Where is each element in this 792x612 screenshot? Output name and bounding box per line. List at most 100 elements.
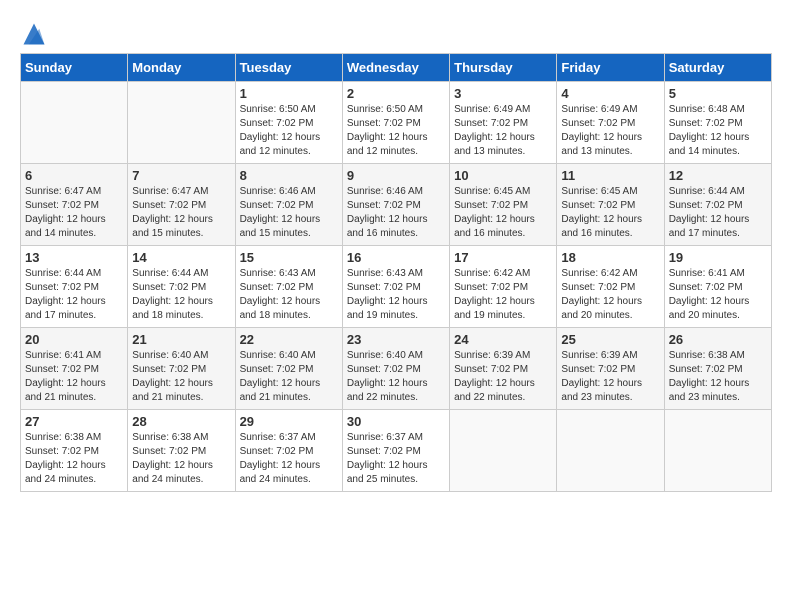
calendar-table: SundayMondayTuesdayWednesdayThursdayFrid… [20, 53, 772, 492]
calendar-cell: 5 Sunrise: 6:48 AMSunset: 7:02 PMDaylight… [664, 82, 771, 164]
calendar-cell: 4 Sunrise: 6:49 AMSunset: 7:02 PMDaylight… [557, 82, 664, 164]
day-info: Sunrise: 6:40 AMSunset: 7:02 PMDaylight:… [132, 349, 230, 405]
day-of-week-header: Wednesday [342, 54, 449, 82]
day-number: 28 [132, 414, 230, 429]
calendar-cell: 6Sunrise: 6:47 AMSunset: 7:02 PMDaylight… [21, 164, 128, 246]
calendar-body: 1 Sunrise: 6:50 AMSunset: 7:02 PMDaylight… [21, 82, 772, 492]
calendar-cell: 10 Sunrise: 6:45 AMSunset: 7:02 PMDayligh… [450, 164, 557, 246]
day-info: Sunrise: 6:37 AMSunset: 7:02 PMDaylight:… [240, 431, 338, 487]
day-number: 27 [25, 414, 123, 429]
day-info: Sunrise: 6:46 AMSunset: 7:02 PMDaylight:… [240, 185, 338, 241]
calendar-cell: 20 Sunrise: 6:41 AMSunset: 7:02 PMDayligh… [21, 328, 128, 410]
calendar-cell [128, 82, 235, 164]
calendar-cell [450, 410, 557, 492]
calendar-cell: 22 Sunrise: 6:40 AMSunset: 7:02 PMDayligh… [235, 328, 342, 410]
day-number: 6 [25, 168, 123, 183]
day-number: 1 [240, 86, 338, 101]
day-number: 30 [347, 414, 445, 429]
day-number: 3 [454, 86, 552, 101]
day-info: Sunrise: 6:46 AMSunset: 7:02 PMDaylight:… [347, 185, 445, 241]
day-info: Sunrise: 6:41 AMSunset: 7:02 PMDaylight:… [669, 267, 767, 323]
day-info: Sunrise: 6:45 AMSunset: 7:02 PMDaylight:… [561, 185, 659, 241]
calendar-cell: 2 Sunrise: 6:50 AMSunset: 7:02 PMDaylight… [342, 82, 449, 164]
calendar-week-row: 27 Sunrise: 6:38 AMSunset: 7:02 PMDayligh… [21, 410, 772, 492]
calendar-cell: 18Sunrise: 6:42 AMSunset: 7:02 PMDayligh… [557, 246, 664, 328]
calendar-week-row: 6 Sunrise: 6:47 AMSunset: 7:02 PMDaylight… [21, 164, 772, 246]
day-number: 8 [240, 168, 338, 183]
logo [20, 20, 52, 48]
page-header [10, 10, 782, 53]
day-info: Sunrise: 6:38 AMSunset: 7:02 PMDaylight:… [132, 431, 230, 487]
calendar-cell: 17 Sunrise: 6:42 AMSunset: 7:02 PMDayligh… [450, 246, 557, 328]
calendar-cell: 13 Sunrise: 6:44 AMSunset: 7:02 PMDayligh… [21, 246, 128, 328]
day-number: 25 [561, 332, 659, 347]
day-info: Sunrise: 6:44 AMSunset: 7:02 PMDaylight:… [669, 185, 767, 241]
day-info: Sunrise: 6:49 AMSunset: 7:02 PMDaylight:… [561, 103, 659, 159]
day-info: Sunrise: 6:38 AMSunset: 7:02 PMDaylight:… [25, 431, 123, 487]
calendar-header-row: SundayMondayTuesdayWednesdayThursdayFrid… [21, 54, 772, 82]
day-number: 11 [561, 168, 659, 183]
day-number: 24 [454, 332, 552, 347]
day-number: 13 [25, 250, 123, 265]
calendar-week-row: 20 Sunrise: 6:41 AMSunset: 7:02 PMDayligh… [21, 328, 772, 410]
day-number: 16 [347, 250, 445, 265]
calendar-cell: 11 Sunrise: 6:45 AMSunset: 7:02 PMDayligh… [557, 164, 664, 246]
day-info: Sunrise: 6:44 AMSunset: 7:02 PMDaylight:… [25, 267, 123, 323]
day-number: 19 [669, 250, 767, 265]
day-info: Sunrise: 6:40 AMSunset: 7:02 PMDaylight:… [347, 349, 445, 405]
day-number: 20 [25, 332, 123, 347]
day-info: Sunrise: 6:49 AMSunset: 7:02 PMDaylight:… [454, 103, 552, 159]
calendar-cell: 30 Sunrise: 6:37 AMSunset: 7:02 PMDayligh… [342, 410, 449, 492]
day-info: Sunrise: 6:41 AMSunset: 7:02 PMDaylight:… [25, 349, 123, 405]
calendar-cell: 25 Sunrise: 6:39 AMSunset: 7:02 PMDayligh… [557, 328, 664, 410]
calendar-cell [21, 82, 128, 164]
day-number: 7 [132, 168, 230, 183]
calendar-cell: 1Sunrise: 6:50 AMSunset: 7:02 PMDaylight… [235, 82, 342, 164]
day-info: Sunrise: 6:45 AMSunset: 7:02 PMDaylight:… [454, 185, 552, 241]
day-info: Sunrise: 6:39 AMSunset: 7:02 PMDaylight:… [561, 349, 659, 405]
calendar-cell: 29 Sunrise: 6:37 AMSunset: 7:02 PMDayligh… [235, 410, 342, 492]
day-number: 4 [561, 86, 659, 101]
calendar-cell: 3 Sunrise: 6:49 AMSunset: 7:02 PMDaylight… [450, 82, 557, 164]
day-info: Sunrise: 6:37 AMSunset: 7:02 PMDaylight:… [347, 431, 445, 487]
calendar-cell: 27 Sunrise: 6:38 AMSunset: 7:02 PMDayligh… [21, 410, 128, 492]
day-number: 26 [669, 332, 767, 347]
day-info: Sunrise: 6:42 AMSunset: 7:02 PMDaylight:… [561, 267, 659, 323]
day-of-week-header: Thursday [450, 54, 557, 82]
day-info: Sunrise: 6:39 AMSunset: 7:02 PMDaylight:… [454, 349, 552, 405]
day-of-week-header: Friday [557, 54, 664, 82]
day-number: 21 [132, 332, 230, 347]
day-number: 15 [240, 250, 338, 265]
calendar-cell [557, 410, 664, 492]
day-number: 12 [669, 168, 767, 183]
day-info: Sunrise: 6:47 AMSunset: 7:02 PMDaylight:… [132, 185, 230, 241]
day-info: Sunrise: 6:43 AMSunset: 7:02 PMDaylight:… [347, 267, 445, 323]
day-of-week-header: Monday [128, 54, 235, 82]
day-number: 23 [347, 332, 445, 347]
day-info: Sunrise: 6:42 AMSunset: 7:02 PMDaylight:… [454, 267, 552, 323]
day-info: Sunrise: 6:43 AMSunset: 7:02 PMDaylight:… [240, 267, 338, 323]
day-number: 14 [132, 250, 230, 265]
day-of-week-header: Saturday [664, 54, 771, 82]
day-info: Sunrise: 6:50 AMSunset: 7:02 PMDaylight:… [347, 103, 445, 159]
calendar-cell: 7 Sunrise: 6:47 AMSunset: 7:02 PMDaylight… [128, 164, 235, 246]
calendar-cell: 24 Sunrise: 6:39 AMSunset: 7:02 PMDayligh… [450, 328, 557, 410]
calendar-cell: 28 Sunrise: 6:38 AMSunset: 7:02 PMDayligh… [128, 410, 235, 492]
calendar-week-row: 13 Sunrise: 6:44 AMSunset: 7:02 PMDayligh… [21, 246, 772, 328]
day-number: 29 [240, 414, 338, 429]
calendar-week-row: 1 Sunrise: 6:50 AMSunset: 7:02 PMDaylight… [21, 82, 772, 164]
day-number: 5 [669, 86, 767, 101]
day-number: 2 [347, 86, 445, 101]
day-number: 10 [454, 168, 552, 183]
calendar-cell: 15 Sunrise: 6:43 AMSunset: 7:02 PMDayligh… [235, 246, 342, 328]
calendar-cell: 9Sunrise: 6:46 AMSunset: 7:02 PMDaylight… [342, 164, 449, 246]
calendar-cell [664, 410, 771, 492]
calendar-cell: 16 Sunrise: 6:43 AMSunset: 7:02 PMDayligh… [342, 246, 449, 328]
calendar-cell: 14Sunrise: 6:44 AMSunset: 7:02 PMDayligh… [128, 246, 235, 328]
day-number: 17 [454, 250, 552, 265]
calendar-cell: 12 Sunrise: 6:44 AMSunset: 7:02 PMDayligh… [664, 164, 771, 246]
day-info: Sunrise: 6:40 AMSunset: 7:02 PMDaylight:… [240, 349, 338, 405]
calendar-cell: 8 Sunrise: 6:46 AMSunset: 7:02 PMDaylight… [235, 164, 342, 246]
day-number: 22 [240, 332, 338, 347]
day-info: Sunrise: 6:48 AMSunset: 7:02 PMDaylight:… [669, 103, 767, 159]
